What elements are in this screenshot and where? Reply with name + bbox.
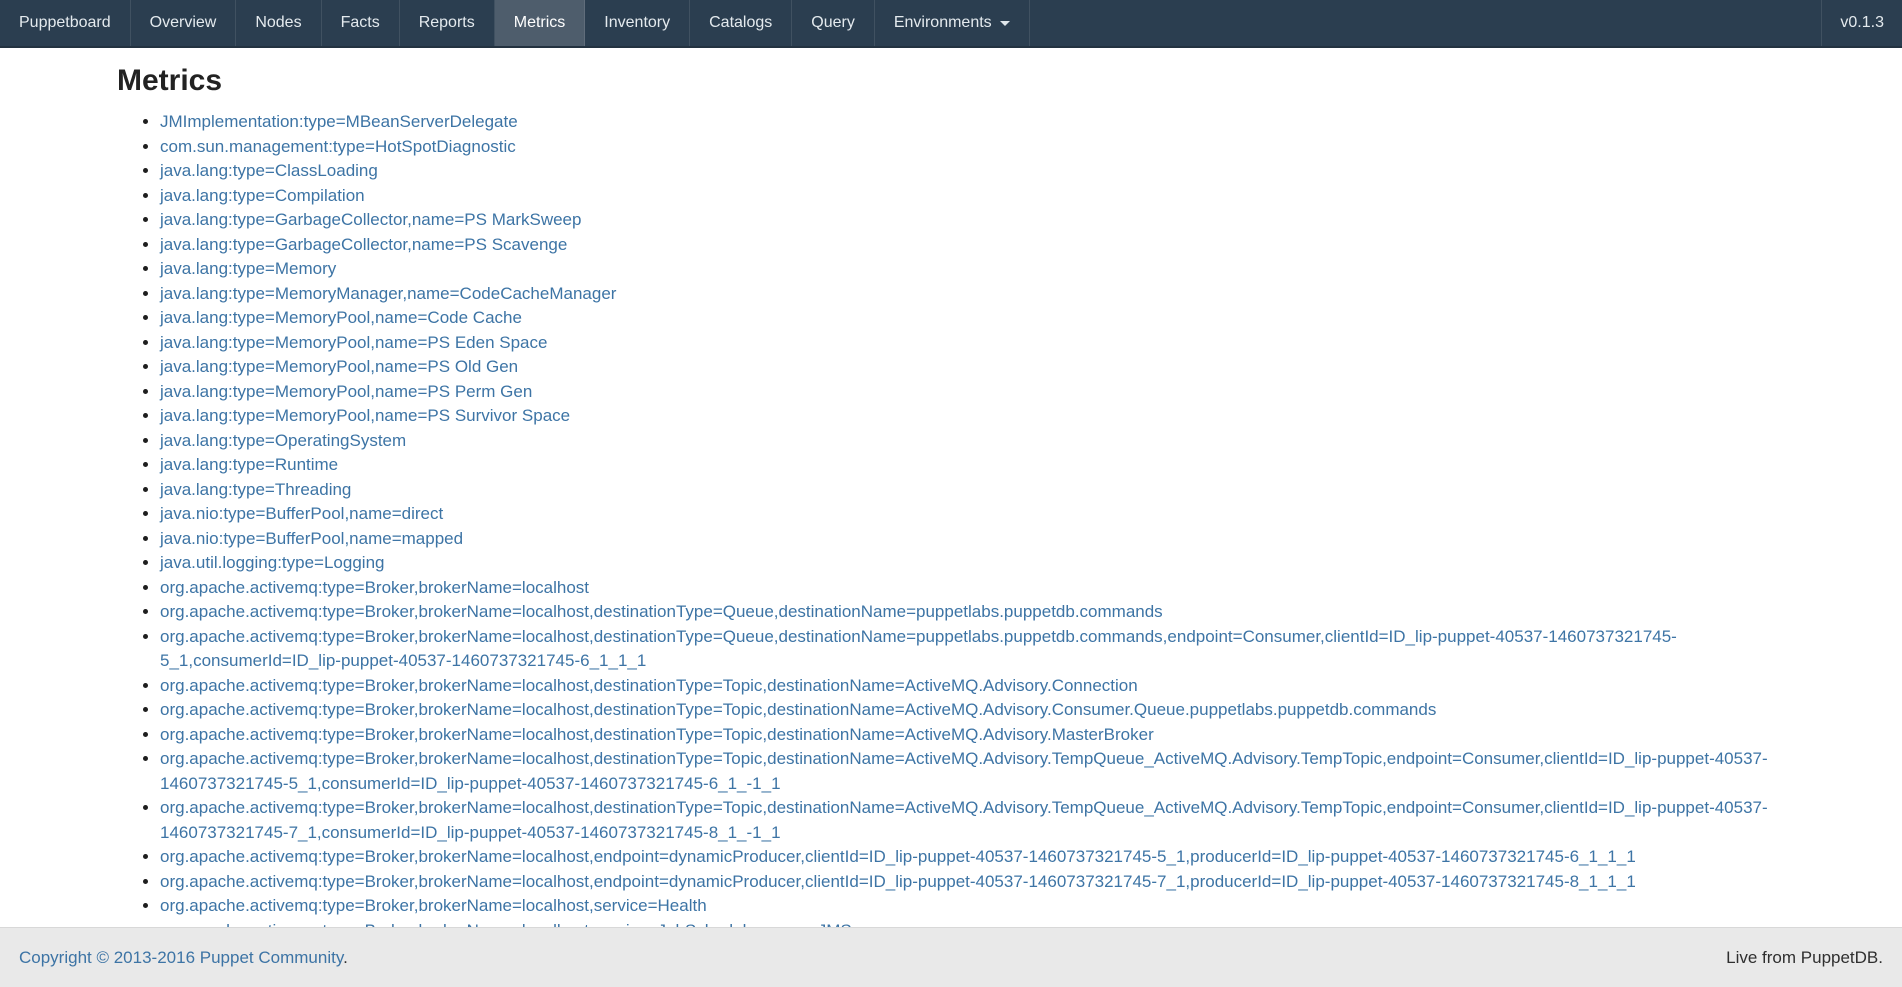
navbar-brand[interactable]: Puppetboard (0, 0, 131, 46)
metric-link[interactable]: java.lang:type=Runtime (160, 455, 338, 474)
metric-link[interactable]: java.lang:type=OperatingSystem (160, 431, 406, 450)
footer-copyright: Copyright © 2013-2016 Puppet Community. (19, 948, 348, 968)
chevron-down-icon (1000, 21, 1010, 26)
metric-link[interactable]: org.apache.activemq:type=Broker,brokerNa… (160, 847, 1636, 866)
nav-dropdown-environments[interactable]: Environments (875, 0, 1030, 46)
metric-link[interactable]: org.apache.activemq:type=Broker,brokerNa… (160, 602, 1163, 621)
metric-link[interactable]: java.nio:type=BufferPool,name=mapped (160, 529, 463, 548)
footer-copyright-period: . (343, 948, 348, 967)
metric-link[interactable]: java.lang:type=GarbageCollector,name=PS … (160, 235, 567, 254)
metric-link[interactable]: java.lang:type=MemoryPool,name=Code Cach… (160, 308, 522, 327)
metric-item: java.lang:type=Compilation (160, 184, 1782, 209)
metric-link[interactable]: java.util.logging:type=Logging (160, 553, 384, 572)
version-badge: v0.1.3 (1821, 0, 1902, 46)
metric-item: java.lang:type=MemoryPool,name=PS Old Ge… (160, 355, 1782, 380)
footer-live-status: Live from PuppetDB. (1726, 948, 1883, 968)
metric-link[interactable]: org.apache.activemq:type=Broker,brokerNa… (160, 578, 589, 597)
metric-link[interactable]: org.apache.activemq:type=Broker,brokerNa… (160, 896, 707, 915)
metric-item: org.apache.activemq:type=Broker,brokerNa… (160, 625, 1782, 674)
metric-link[interactable]: com.sun.management:type=HotSpotDiagnosti… (160, 137, 516, 156)
metric-link[interactable]: java.lang:type=MemoryManager,name=CodeCa… (160, 284, 616, 303)
metric-link[interactable]: java.lang:type=MemoryPool,name=PS Surviv… (160, 406, 570, 425)
nav-dropdown-environments-label: Environments (894, 14, 992, 32)
metric-link[interactable]: java.lang:type=MemoryPool,name=PS Old Ge… (160, 357, 518, 376)
metric-link[interactable]: org.apache.activemq:type=Broker,brokerNa… (160, 725, 1154, 744)
metric-item: java.lang:type=Memory (160, 257, 1782, 282)
metric-item: java.lang:type=Threading (160, 478, 1782, 503)
metric-link[interactable]: java.lang:type=Threading (160, 480, 351, 499)
footer: Copyright © 2013-2016 Puppet Community. … (0, 927, 1902, 987)
nav-tab-query[interactable]: Query (792, 0, 875, 46)
metric-item: com.sun.management:type=HotSpotDiagnosti… (160, 135, 1782, 160)
footer-copyright-link[interactable]: Copyright © 2013-2016 Puppet Community (19, 948, 343, 967)
metric-item: java.lang:type=GarbageCollector,name=PS … (160, 208, 1782, 233)
nav-tab-catalogs[interactable]: Catalogs (690, 0, 792, 46)
nav-tab-overview[interactable]: Overview (131, 0, 237, 46)
metric-link[interactable]: java.lang:type=MemoryPool,name=PS Perm G… (160, 382, 532, 401)
metric-link[interactable]: org.apache.activemq:type=Broker,brokerNa… (160, 749, 1768, 793)
metric-item: java.nio:type=BufferPool,name=direct (160, 502, 1782, 527)
metric-item: org.apache.activemq:type=Broker,brokerNa… (160, 723, 1782, 748)
metric-item: org.apache.activemq:type=Broker,brokerNa… (160, 600, 1782, 625)
metric-item: java.lang:type=MemoryPool,name=Code Cach… (160, 306, 1782, 331)
metric-link[interactable]: org.apache.activemq:type=Broker,brokerNa… (160, 798, 1768, 842)
page-title: Metrics (117, 64, 1782, 98)
metric-item: org.apache.activemq:type=Broker,brokerNa… (160, 845, 1782, 870)
metric-item: java.lang:type=GarbageCollector,name=PS … (160, 233, 1782, 258)
metric-link[interactable]: java.lang:type=Compilation (160, 186, 365, 205)
metric-item: java.util.logging:type=Logging (160, 551, 1782, 576)
nav-tab-nodes[interactable]: Nodes (236, 0, 321, 46)
metric-item: java.lang:type=MemoryPool,name=PS Eden S… (160, 331, 1782, 356)
metric-item: java.lang:type=MemoryPool,name=PS Surviv… (160, 404, 1782, 429)
metric-item: org.apache.activemq:type=Broker,brokerNa… (160, 870, 1782, 895)
metric-link[interactable]: java.lang:type=ClassLoading (160, 161, 378, 180)
metrics-list: JMImplementation:type=MBeanServerDelegat… (120, 110, 1782, 943)
metric-item: org.apache.activemq:type=Broker,brokerNa… (160, 894, 1782, 919)
metric-item: org.apache.activemq:type=Broker,brokerNa… (160, 747, 1782, 796)
navbar: Puppetboard Overview Nodes Facts Reports… (0, 0, 1902, 48)
metric-link[interactable]: org.apache.activemq:type=Broker,brokerNa… (160, 676, 1138, 695)
metric-item: java.lang:type=ClassLoading (160, 159, 1782, 184)
metric-link[interactable]: java.nio:type=BufferPool,name=direct (160, 504, 443, 523)
metric-item: java.lang:type=MemoryManager,name=CodeCa… (160, 282, 1782, 307)
nav-tab-metrics[interactable]: Metrics (495, 0, 586, 46)
metric-item: java.nio:type=BufferPool,name=mapped (160, 527, 1782, 552)
main-content: Metrics JMImplementation:type=MBeanServe… (120, 64, 1782, 943)
nav-tab-reports[interactable]: Reports (400, 0, 495, 46)
metric-item: org.apache.activemq:type=Broker,brokerNa… (160, 576, 1782, 601)
metric-item: org.apache.activemq:type=Broker,brokerNa… (160, 674, 1782, 699)
metric-item: java.lang:type=MemoryPool,name=PS Perm G… (160, 380, 1782, 405)
metric-link[interactable]: org.apache.activemq:type=Broker,brokerNa… (160, 872, 1636, 891)
metric-item: JMImplementation:type=MBeanServerDelegat… (160, 110, 1782, 135)
metric-link[interactable]: JMImplementation:type=MBeanServerDelegat… (160, 112, 518, 131)
metric-link[interactable]: java.lang:type=GarbageCollector,name=PS … (160, 210, 581, 229)
metric-link[interactable]: org.apache.activemq:type=Broker,brokerNa… (160, 700, 1436, 719)
metric-item: java.lang:type=OperatingSystem (160, 429, 1782, 454)
nav-tab-facts[interactable]: Facts (322, 0, 400, 46)
metric-link[interactable]: org.apache.activemq:type=Broker,brokerNa… (160, 627, 1677, 671)
metric-item: java.lang:type=Runtime (160, 453, 1782, 478)
metric-link[interactable]: java.lang:type=Memory (160, 259, 336, 278)
metric-item: org.apache.activemq:type=Broker,brokerNa… (160, 698, 1782, 723)
navbar-spacer (1030, 0, 1822, 46)
metric-item: org.apache.activemq:type=Broker,brokerNa… (160, 796, 1782, 845)
nav-tab-inventory[interactable]: Inventory (585, 0, 690, 46)
metric-link[interactable]: java.lang:type=MemoryPool,name=PS Eden S… (160, 333, 547, 352)
